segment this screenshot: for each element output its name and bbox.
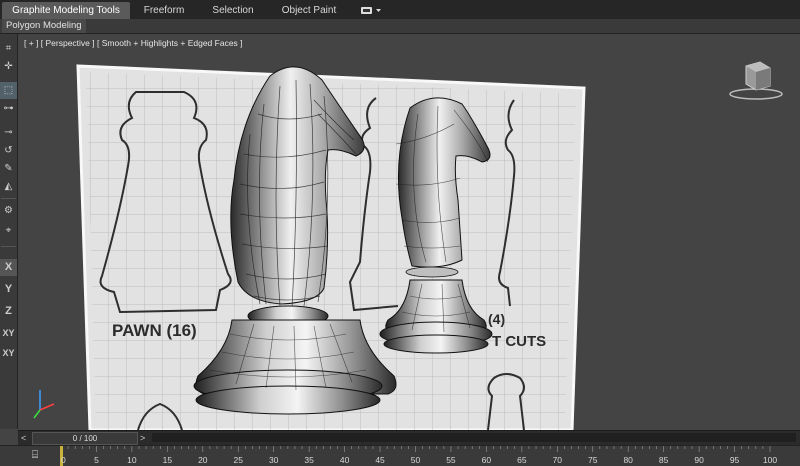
align-icon[interactable]: ⊶ (0, 100, 17, 117)
viewport-label[interactable]: [ + ] [ Perspective ] [ Smooth + Highlig… (24, 38, 243, 48)
ruler-tick-label: 75 (588, 455, 598, 465)
axis-x-button[interactable]: X (0, 259, 17, 276)
ruler-tick-label: 95 (730, 455, 740, 465)
axis-xy-cycle-button[interactable]: XY (0, 345, 17, 362)
axis-tripod-icon (33, 390, 55, 419)
frame-ruler[interactable]: 0 5 10 15 20 25 30 35 40 45 50 55 60 65 70 75 80 85 90 95 10… (57, 446, 800, 466)
toolbar-divider (1, 246, 16, 247)
ruler-tick-label: 85 (659, 455, 669, 465)
hierarchy-icon[interactable]: ⚙ (0, 202, 17, 219)
axis-xy-button[interactable]: XY (0, 325, 17, 342)
ruler-tick-label: 70 (553, 455, 563, 465)
ribbon-tab-bar: Graphite Modeling Tools Freeform Selecti… (0, 0, 800, 20)
shape-icon[interactable]: ◭ (0, 178, 17, 195)
tab-polygon-modeling[interactable]: Polygon Modeling (2, 19, 86, 33)
ruler-tick-label: 15 (163, 455, 173, 465)
time-slider-thumb[interactable]: 0 / 100 (32, 432, 138, 445)
ruler-tick-label: 40 (340, 455, 350, 465)
paint-icon[interactable]: ✎ (0, 160, 17, 177)
ruler-tick-label: 65 (517, 455, 527, 465)
select-icon[interactable]: ⬚ (0, 82, 17, 99)
pivot-icon[interactable]: ⌖ (0, 222, 17, 239)
axis-z-button[interactable]: Z (0, 303, 17, 320)
ribbon-panel-bar: Polygon Modeling (0, 19, 800, 34)
grid-snap-icon[interactable]: ⌗ (0, 40, 17, 57)
prev-frame-icon[interactable]: < (21, 431, 26, 445)
ruler-tick-label: 90 (694, 455, 704, 465)
ruler-tick-label: 45 (375, 455, 385, 465)
move-icon[interactable]: ✛ (0, 58, 17, 75)
viewcube-icon[interactable] (726, 56, 786, 106)
axis-y-button[interactable]: Y (0, 281, 17, 298)
tab-selection[interactable]: Selection (200, 2, 266, 19)
ruler-tick-label: 25 (234, 455, 244, 465)
tab-freeform[interactable]: Freeform (132, 2, 196, 19)
ruler-tick-label: 30 (269, 455, 279, 465)
blueprint-pawn-label: PAWN (16) (112, 321, 197, 340)
ruler-tick-label: 55 (446, 455, 456, 465)
spacing-icon[interactable]: ⊸ (0, 124, 17, 141)
current-frame-label: 0 / 100 (72, 434, 98, 443)
next-frame-icon[interactable]: > (140, 431, 145, 445)
viewport-scene: PAWN (16) T CUTS (4) (33, 64, 586, 430)
time-slider-track[interactable] (152, 433, 796, 442)
time-slider[interactable]: < 0 / 100 > (18, 430, 800, 445)
track-bar[interactable]: ⌸ 0 5 10 15 20 25 30 35 40 45 50 55 60 65 70 75 80 85 90 95… (0, 445, 800, 466)
ruler-tick-label: 0 (61, 455, 66, 465)
toolbar-divider (1, 198, 16, 199)
ruler-tick-label: 60 (482, 455, 492, 465)
ruler-tick-label: 10 (127, 455, 137, 465)
blueprint-cuts-label: T CUTS (492, 333, 546, 350)
ruler-tick-label: 20 (198, 455, 208, 465)
perspective-viewport[interactable]: PAWN (16) T CUTS (4) [+] [Perspective… (18, 34, 800, 430)
ruler-tick-label: 5 (94, 455, 99, 465)
toggle-panel-icon[interactable] (356, 2, 386, 19)
left-toolbar: ⌗ ✛ ⬚ ⊶ ⊸ ↺ ✎ ◭ ⚙ ⌖ X Y Z XY XY (0, 34, 18, 429)
ruler-tick-label: 100 (763, 455, 777, 465)
tab-object-paint[interactable]: Object Paint (272, 2, 346, 19)
curve-editor-icon[interactable]: ⌸ (28, 449, 42, 462)
ruler-tick-label: 80 (623, 455, 633, 465)
tab-graphite-modeling-tools[interactable]: Graphite Modeling Tools (2, 2, 130, 19)
ruler-tick-label: 50 (411, 455, 421, 465)
ruler-tick-label: 35 (304, 455, 314, 465)
rotate-icon[interactable]: ↺ (0, 142, 17, 159)
blueprint-count-label: (4) (488, 311, 505, 327)
